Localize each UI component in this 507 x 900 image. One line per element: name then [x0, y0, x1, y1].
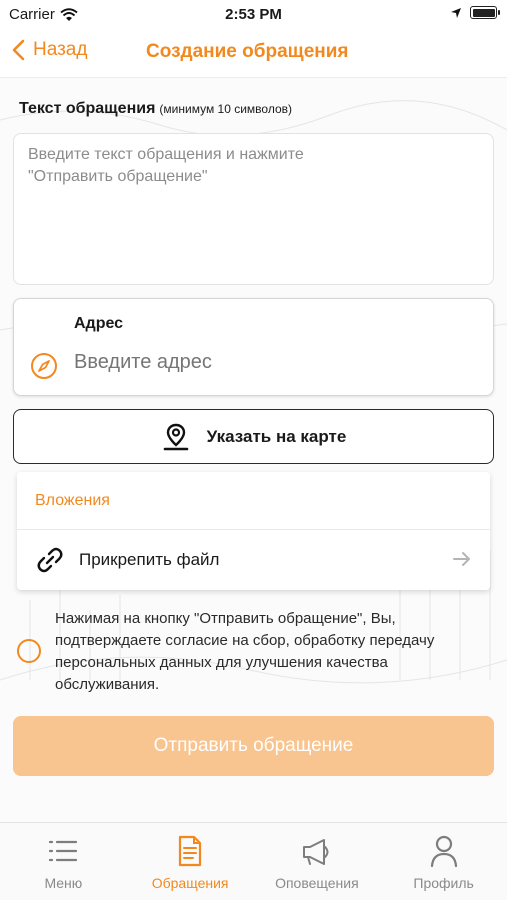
status-bar: Carrier 2:53 PM [0, 0, 507, 28]
consent-text: Нажимая на кнопку "Отправить обращение",… [55, 610, 435, 693]
attach-file-label: Прикрепить файл [79, 550, 220, 569]
text-section-label: Текст обращения (минимум 10 символов) [19, 100, 292, 118]
tab-notifications[interactable]: Оповещения [254, 823, 381, 900]
status-right [450, 6, 500, 19]
location-arrow-icon [451, 7, 461, 18]
person-icon [430, 835, 457, 868]
paperclip-icon [37, 547, 63, 573]
document-icon [179, 835, 202, 867]
attachments-header: Вложения [17, 472, 490, 530]
appeal-text-input[interactable]: Введите текст обращения и нажмите "Отпра… [13, 133, 494, 285]
tab-label-menu: Меню [44, 875, 83, 891]
back-label: Назад [33, 39, 88, 60]
navigation-bar: Назад Создание обращения [0, 28, 507, 78]
chevron-left-icon [12, 39, 25, 61]
address-card[interactable]: Адрес [13, 298, 494, 396]
consent-checkbox[interactable] [17, 639, 41, 663]
text-hint: (минимум 10 символов) [159, 102, 293, 116]
tab-appeals[interactable]: Обращения [127, 823, 254, 900]
map-button-label: Указать на карте [206, 426, 347, 446]
consent-block: Нажимая на кнопку "Отправить обращение",… [15, 606, 495, 696]
back-button[interactable]: Назад [12, 39, 87, 61]
status-time: 2:53 PM [225, 6, 282, 23]
tab-profile[interactable]: Профиль [380, 823, 507, 900]
list-icon [49, 840, 78, 862]
attachments-card: Вложения Прикрепить файл [17, 472, 490, 590]
megaphone-icon [302, 839, 329, 865]
address-input[interactable] [74, 351, 474, 374]
page-title: Создание обращения [146, 41, 349, 62]
compass-icon [31, 353, 57, 379]
submit-appeal-button[interactable]: Отправить обращение [13, 716, 494, 776]
tab-bar: Меню Обращения Оповещения Профиль [0, 822, 507, 900]
attach-file-button[interactable]: Прикрепить файл [17, 530, 490, 590]
text-label: Текст обращения [19, 100, 156, 117]
arrow-right-icon [453, 552, 470, 566]
tab-menu[interactable]: Меню [0, 823, 127, 900]
show-on-map-button[interactable]: Указать на карте [13, 409, 494, 464]
battery-icon [470, 6, 500, 19]
address-title: Адрес [74, 315, 124, 332]
map-pin-icon [163, 423, 188, 450]
tab-label-appeals: Обращения [151, 875, 229, 891]
tab-label-notifications: Оповещения [275, 875, 359, 891]
tab-label-profile: Профиль [413, 875, 474, 891]
